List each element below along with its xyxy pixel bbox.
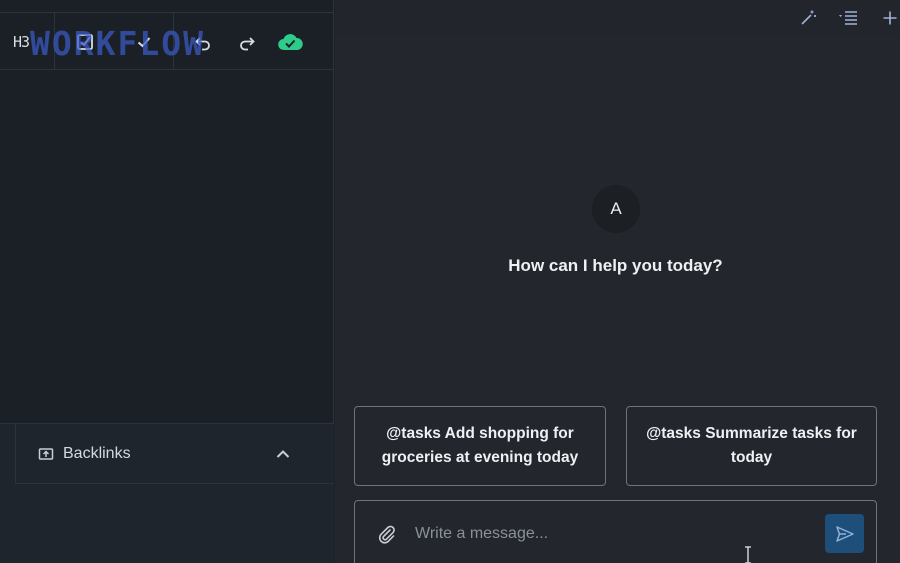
message-input[interactable]	[415, 521, 815, 547]
editor-pane: H3 WORKFLOW Backlinks	[0, 0, 334, 563]
backlinks-panel-header[interactable]: Backlinks	[15, 424, 334, 484]
toolbar-divider	[173, 13, 174, 69]
backlinks-label: Backlinks	[63, 444, 131, 462]
send-icon	[835, 525, 854, 542]
magic-wand-icon[interactable]	[798, 8, 818, 28]
paperclip-icon[interactable]	[377, 524, 397, 544]
chat-topbar	[335, 0, 900, 36]
workflow-watermark: WORKFLOW	[30, 24, 205, 63]
chat-greeting: How can I help you today?	[508, 256, 723, 275]
suggestion-add-shopping-button[interactable]: @tasks Add shopping for groceries at eve…	[354, 406, 606, 486]
editor-toolbar: H3 WORKFLOW	[0, 12, 334, 70]
assistant-avatar: A	[592, 185, 640, 233]
send-button[interactable]	[825, 514, 864, 553]
heading-3-button[interactable]: H3	[9, 30, 33, 54]
plus-icon[interactable]	[880, 8, 900, 28]
check-icon[interactable]	[133, 30, 155, 54]
backlinks-icon	[38, 446, 54, 462]
toolbar-divider	[54, 13, 55, 69]
outline-list-icon[interactable]	[838, 8, 858, 28]
checkbox-icon[interactable]	[74, 30, 96, 54]
undo-icon[interactable]	[192, 30, 214, 54]
editor-footer: Backlinks	[0, 423, 334, 563]
text-cursor-icon	[745, 546, 751, 563]
chevron-up-icon[interactable]	[274, 445, 292, 463]
assistant-chat-pane: A How can I help you today? @tasks Add s…	[335, 0, 900, 563]
message-composer	[354, 500, 877, 563]
redo-icon[interactable]	[236, 30, 258, 54]
suggestion-summarize-tasks-button[interactable]: @tasks Summarize tasks for today	[626, 406, 877, 486]
cloud-synced-icon	[277, 30, 303, 54]
